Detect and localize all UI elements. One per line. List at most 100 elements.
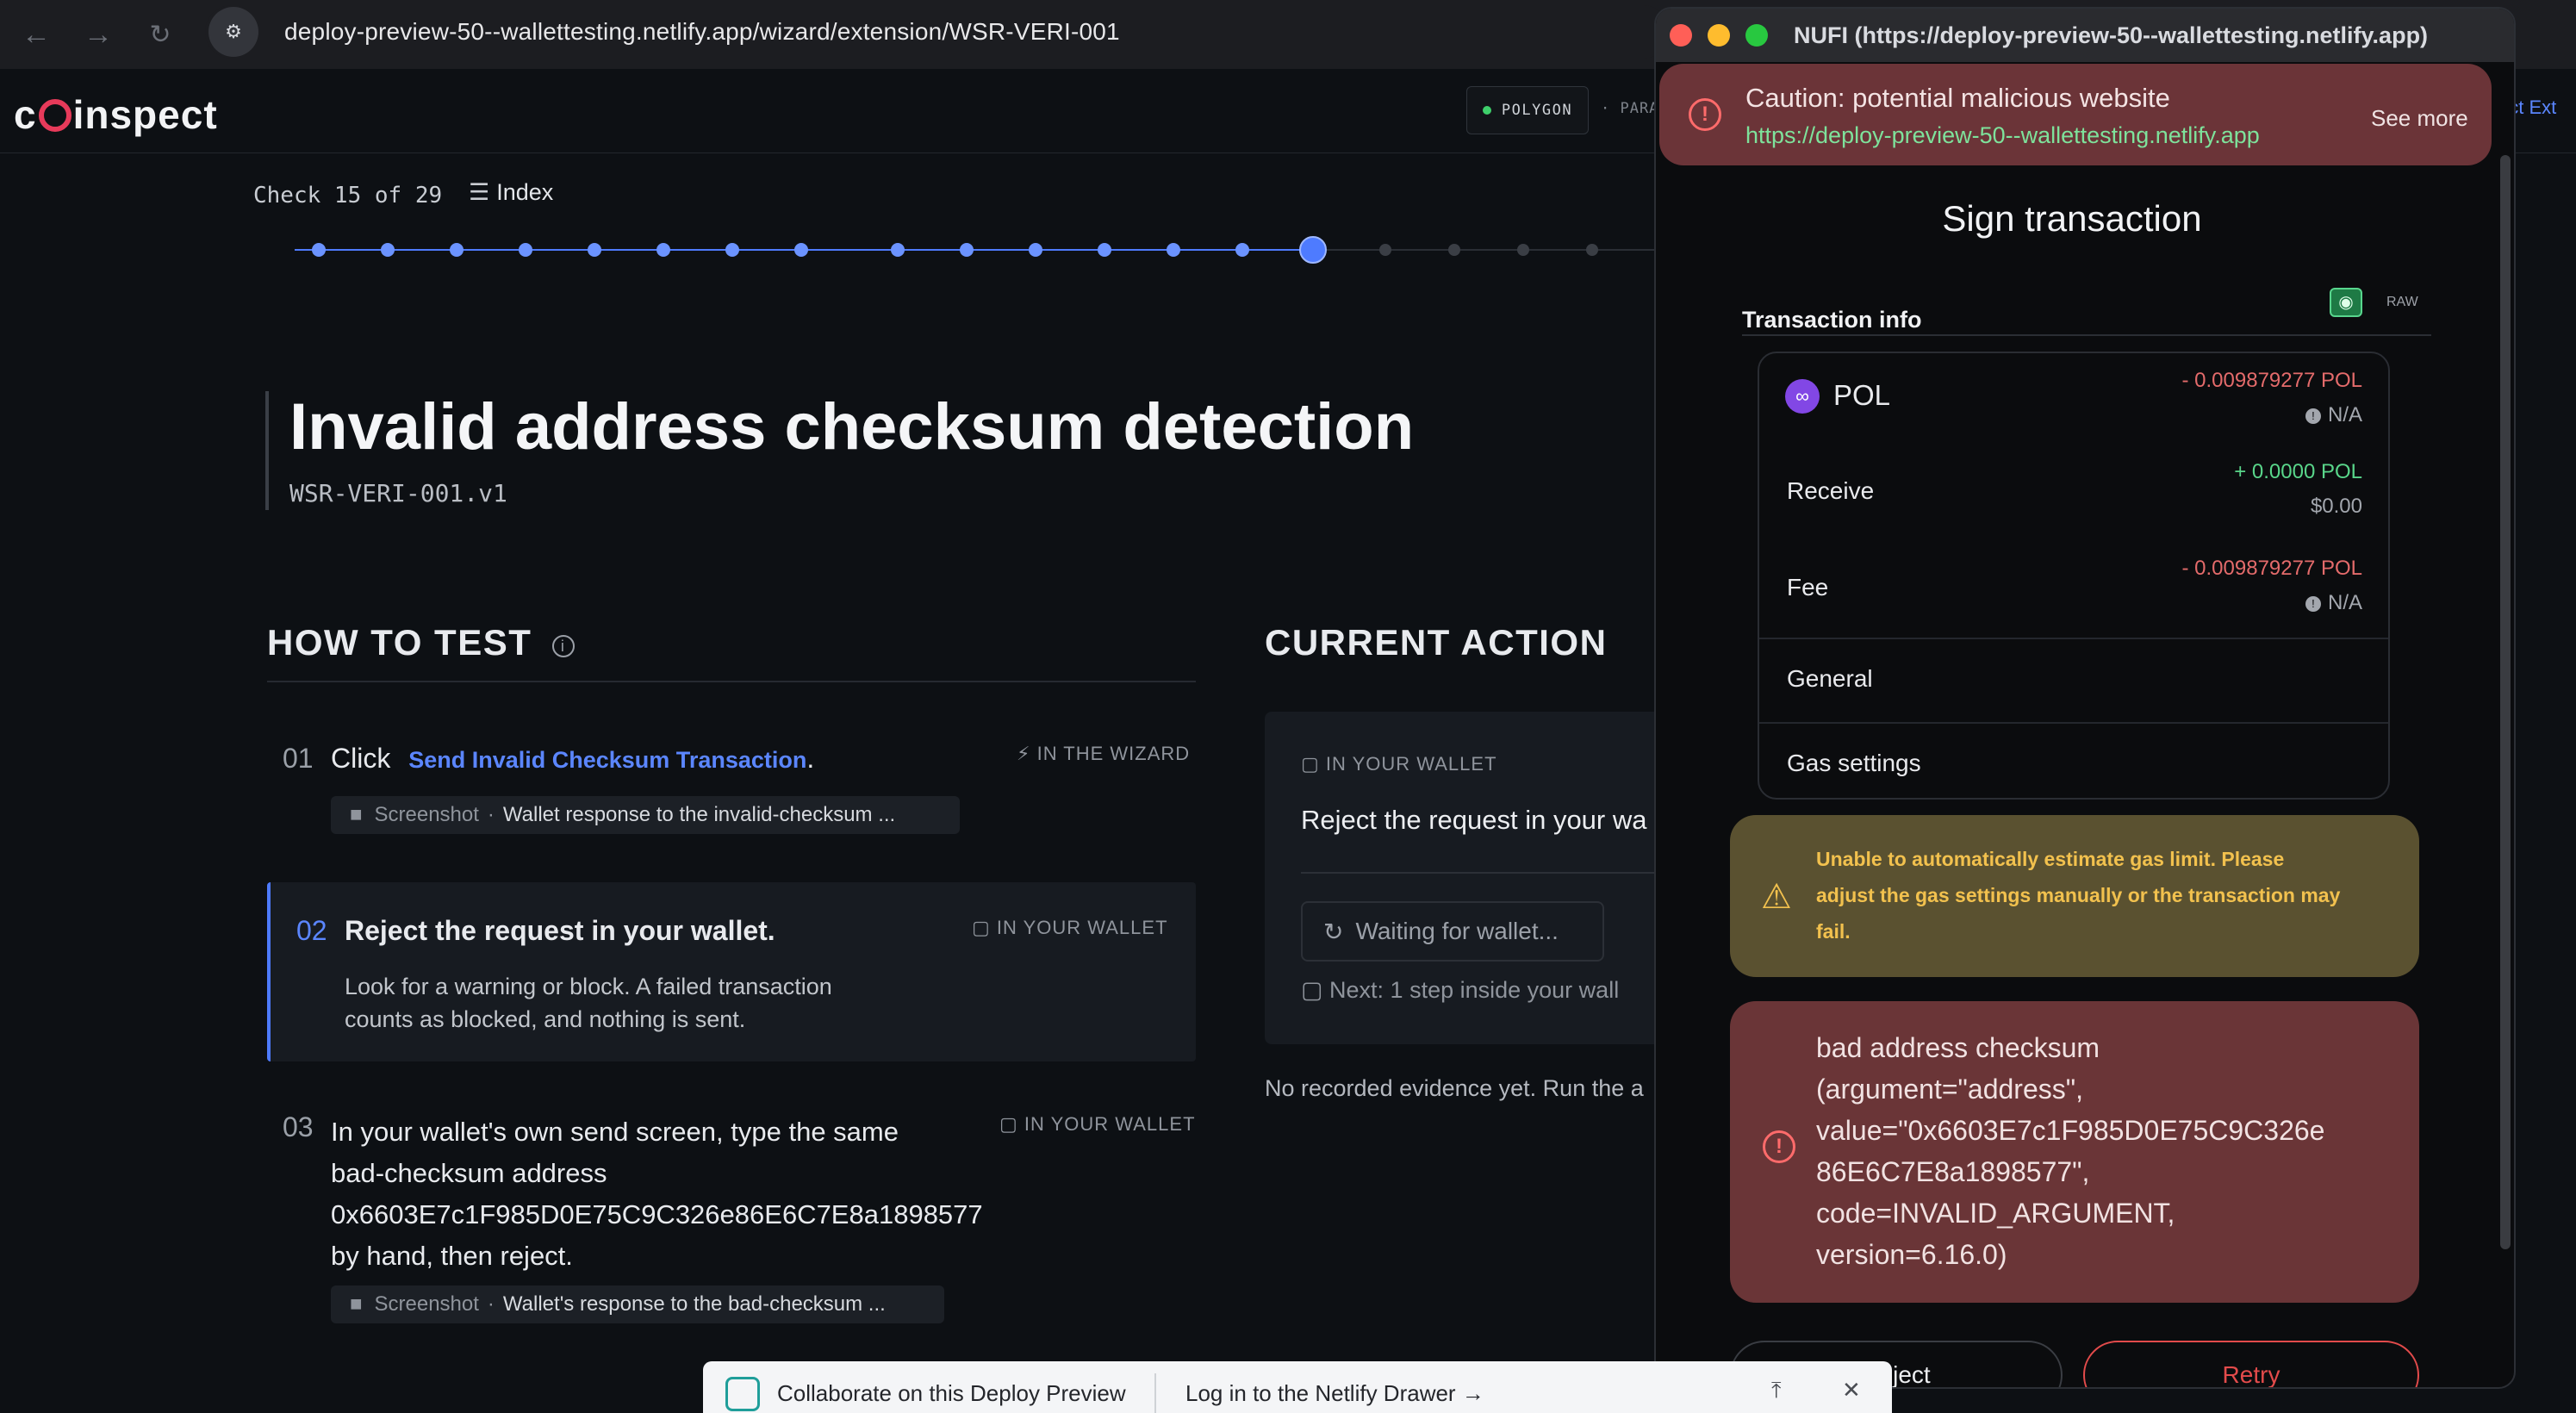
site-settings-icon[interactable]: ⚙ [208,7,258,57]
see-more-button[interactable]: See more [2371,105,2468,132]
check-counter: Check 15 of 29 [253,183,443,209]
url-text: deploy-preview-50--wallettesting.netlify… [284,18,1120,45]
receive-amount: + 0.0000 POL [2234,460,2362,483]
drawer-divider [1154,1373,1156,1413]
status-dot-icon [1482,106,1491,115]
reload-icon[interactable]: ↻ [140,14,181,55]
card-divider [1759,722,2388,724]
step-text: Reject the request in your wallet. [345,915,775,946]
alert-icon: ! [1689,98,1721,131]
progress-step-dot[interactable] [1299,236,1327,264]
info-icon[interactable]: i [551,635,575,657]
progress-step-dot[interactable] [1235,243,1249,257]
action-text: Reject the request in your wa [1301,805,1647,835]
send-invalid-checksum-link[interactable]: Send Invalid Checksum Transaction [408,747,806,773]
receive-fiat: $0.00 [2310,495,2362,518]
network-secondary[interactable]: · PARA [1601,100,1658,117]
screenshot-chip[interactable]: ■ Screenshot · Wallet's response to the ba… [331,1285,944,1323]
polygon-token-icon: ∞ [1785,379,1820,414]
error-icon: ! [1763,1130,1795,1163]
network-badge[interactable]: POLYGON [1466,86,1589,134]
title-accent-bar [265,391,269,510]
index-link[interactable]: ☰ Index [469,179,553,206]
progress-step-dot[interactable] [891,243,905,257]
card-divider [1759,638,2388,639]
step-text: In your wallet's own send screen, type t… [331,1117,983,1271]
netlify-drawer[interactable]: Collaborate on this Deploy Preview Log i… [703,1361,1892,1413]
checksum-error-banner: ! bad address checksum (argument="addres… [1730,1001,2419,1303]
progress-step-dot[interactable] [1586,244,1598,256]
progress-step-dot[interactable] [450,243,464,257]
check-id: WSR-VERI-001.v1 [289,479,507,507]
camera-icon: ■ [350,803,363,826]
waiting-for-wallet-button[interactable]: ↻ Waiting for wallet... [1301,901,1604,962]
section-divider [267,681,1196,682]
step-tag: ▢ IN YOUR WALLET [972,917,1168,938]
scrollbar[interactable] [2500,155,2511,1249]
error-text: bad address checksum (argument="address"… [1816,1032,2325,1270]
progress-step-dot[interactable] [1448,244,1460,256]
wallet-icon: ▢ [972,917,991,938]
netlify-logo-icon [725,1377,760,1411]
gas-settings-section[interactable]: Gas settings [1787,750,1921,777]
step-text: Click Send Invalid Checksum Transaction. [331,743,815,774]
forward-arrow-icon[interactable]: → [78,14,119,55]
info-icon: ! [2305,596,2321,612]
fee-label: Fee [1787,574,1829,601]
page-title: Invalid address checksum detection [289,390,1415,464]
coinspect-logo[interactable]: c inspect [14,91,218,138]
address-bar[interactable]: ⚙ deploy-preview-50--wallettesting.netli… [205,5,1670,59]
back-arrow-icon[interactable]: ← [16,14,57,55]
caution-title: Caution: potential malicious website [1745,83,2170,113]
progress-step-dot[interactable] [1517,244,1529,256]
token-name: POL [1833,379,1891,411]
progress-step-dot[interactable] [1379,244,1391,256]
gas-warning-banner: ⚠ Unable to automatically estimate gas l… [1730,815,2419,977]
step-number: 03 [283,1111,314,1142]
evidence-text: No recorded evidence yet. Run the a [1265,1075,1644,1101]
drawer-expand-icon[interactable]: ⤒ [1771,1377,1782,1404]
receive-label: Receive [1787,477,1875,504]
warning-icon: ⚠ [1761,878,1792,916]
progress-step-dot[interactable] [519,243,532,257]
wallet-extension-window: NUFI (https://deploy-preview-50--wallett… [1654,7,2516,1389]
progress-step-dot[interactable] [1167,243,1180,257]
step-number: 02 [296,915,327,946]
fee-amount: - 0.009879277 POL [2181,557,2363,580]
fee-fiat: ! N/A [2305,591,2362,615]
list-icon: ☰ [469,179,490,205]
step-description: Look for a warning or block. A failed tr… [345,974,832,1032]
drawer-close-icon[interactable]: ✕ [1842,1377,1861,1404]
camera-icon: ■ [350,1292,363,1316]
refresh-icon: ↻ [1323,918,1344,945]
how-to-test-heading: HOW TO TEST i [267,622,575,663]
progress-step-dot[interactable] [312,243,326,257]
drawer-collaborate-text: Collaborate on this Deploy Preview [777,1380,1126,1406]
extension-titlebar: NUFI (https://deploy-preview-50--wallett… [1656,9,2514,62]
progress-step-dot[interactable] [794,243,808,257]
minimize-window-icon[interactable] [1708,24,1730,47]
token-fiat: ! N/A [2305,403,2362,427]
maximize-window-icon[interactable] [1745,24,1768,47]
extension-window-title: NUFI (https://deploy-preview-50--wallett… [1794,22,2429,48]
screenshot-chip[interactable]: ■ Screenshot · Wallet response to the inva… [331,796,960,834]
general-section[interactable]: General [1787,665,1873,693]
caution-url: https://deploy-preview-50--wallettesting… [1745,122,2260,148]
wallet-icon: ▢ [999,1113,1018,1135]
progress-step-dot[interactable] [960,243,974,257]
tx-info-divider [1742,334,2431,336]
progress-step-dot[interactable] [656,243,670,257]
progress-step-dot[interactable] [381,243,395,257]
eye-icon[interactable]: ◉ [2330,288,2362,317]
progress-step-dot[interactable] [1098,243,1111,257]
raw-toggle[interactable]: RAW [2386,295,2418,310]
progress-step-dot[interactable] [725,243,739,257]
drawer-login-link[interactable]: Log in to the Netlify Drawer → [1185,1380,1484,1407]
retry-button[interactable]: Retry [2083,1341,2419,1387]
close-window-icon[interactable] [1670,24,1692,47]
current-action-heading: CURRENT ACTION [1265,622,1608,663]
progress-step-dot[interactable] [1029,243,1042,257]
progress-stepper [295,236,1671,264]
progress-step-dot[interactable] [588,243,601,257]
transaction-info-label: Transaction info [1742,307,1922,333]
